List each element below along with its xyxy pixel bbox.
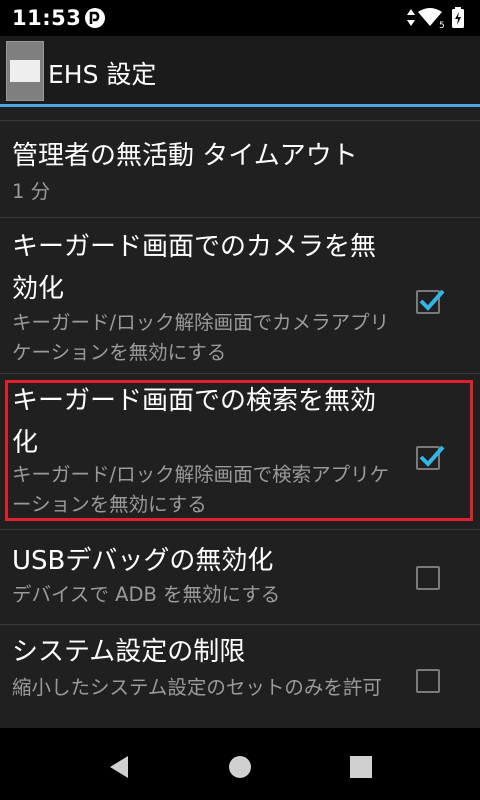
setting-admin-timeout[interactable]: 管理者の無活動 タイムアウト 1 分 xyxy=(0,121,480,217)
home-icon[interactable] xyxy=(225,752,255,782)
setting-summary: 1 分 xyxy=(12,180,51,203)
battery-icon xyxy=(452,7,464,28)
setting-title: USBデバッグの無効化 xyxy=(12,546,274,576)
signal-icon xyxy=(407,9,415,26)
setting-disable-usb-debugging[interactable]: USBデバッグの無効化 デバイスで ADB を無効にする xyxy=(0,530,480,624)
setting-checkbox[interactable] xyxy=(416,669,440,693)
wifi-icon: 5 xyxy=(418,8,445,30)
setting-summary: キーガード/ロック解除画面でカメラアプリケーションを無効にする xyxy=(12,311,390,364)
setting-title: キーガード画面でのカメラを無効化 xyxy=(12,232,377,304)
status-bar: 11:53 5 xyxy=(0,0,480,36)
action-bar: EHS 設定 xyxy=(0,36,480,104)
navigation-bar xyxy=(0,728,480,800)
setting-title: 管理者の無活動 タイムアウト xyxy=(12,141,358,171)
setting-title: システム設定の制限 xyxy=(12,637,246,667)
setting-disable-keyguard-camera[interactable]: キーガード画面でのカメラを無効化 キーガード/ロック解除画面でカメラアプリケーシ… xyxy=(0,218,480,373)
page-title: EHS 設定 xyxy=(48,60,157,89)
status-icons: 5 xyxy=(407,7,464,30)
highlight-frame xyxy=(5,380,473,521)
setting-checkbox[interactable] xyxy=(416,566,440,590)
recents-icon[interactable] xyxy=(346,752,376,782)
back-icon[interactable] xyxy=(104,752,134,782)
ehs-app-icon[interactable] xyxy=(6,41,44,101)
checkmark-icon xyxy=(419,289,445,311)
setting-restrict-system-settings[interactable]: システム設定の制限 縮小したシステム設定のセットのみを許可 xyxy=(0,625,480,728)
setting-summary: 縮小したシステム設定のセットのみを許可 xyxy=(12,676,382,699)
app-notification-icon xyxy=(85,8,105,28)
setting-summary: デバイスで ADB を無効にする xyxy=(12,583,281,606)
setting-checkbox[interactable] xyxy=(416,289,445,314)
status-time: 11:53 xyxy=(12,6,82,30)
svg-text:5: 5 xyxy=(439,21,445,30)
